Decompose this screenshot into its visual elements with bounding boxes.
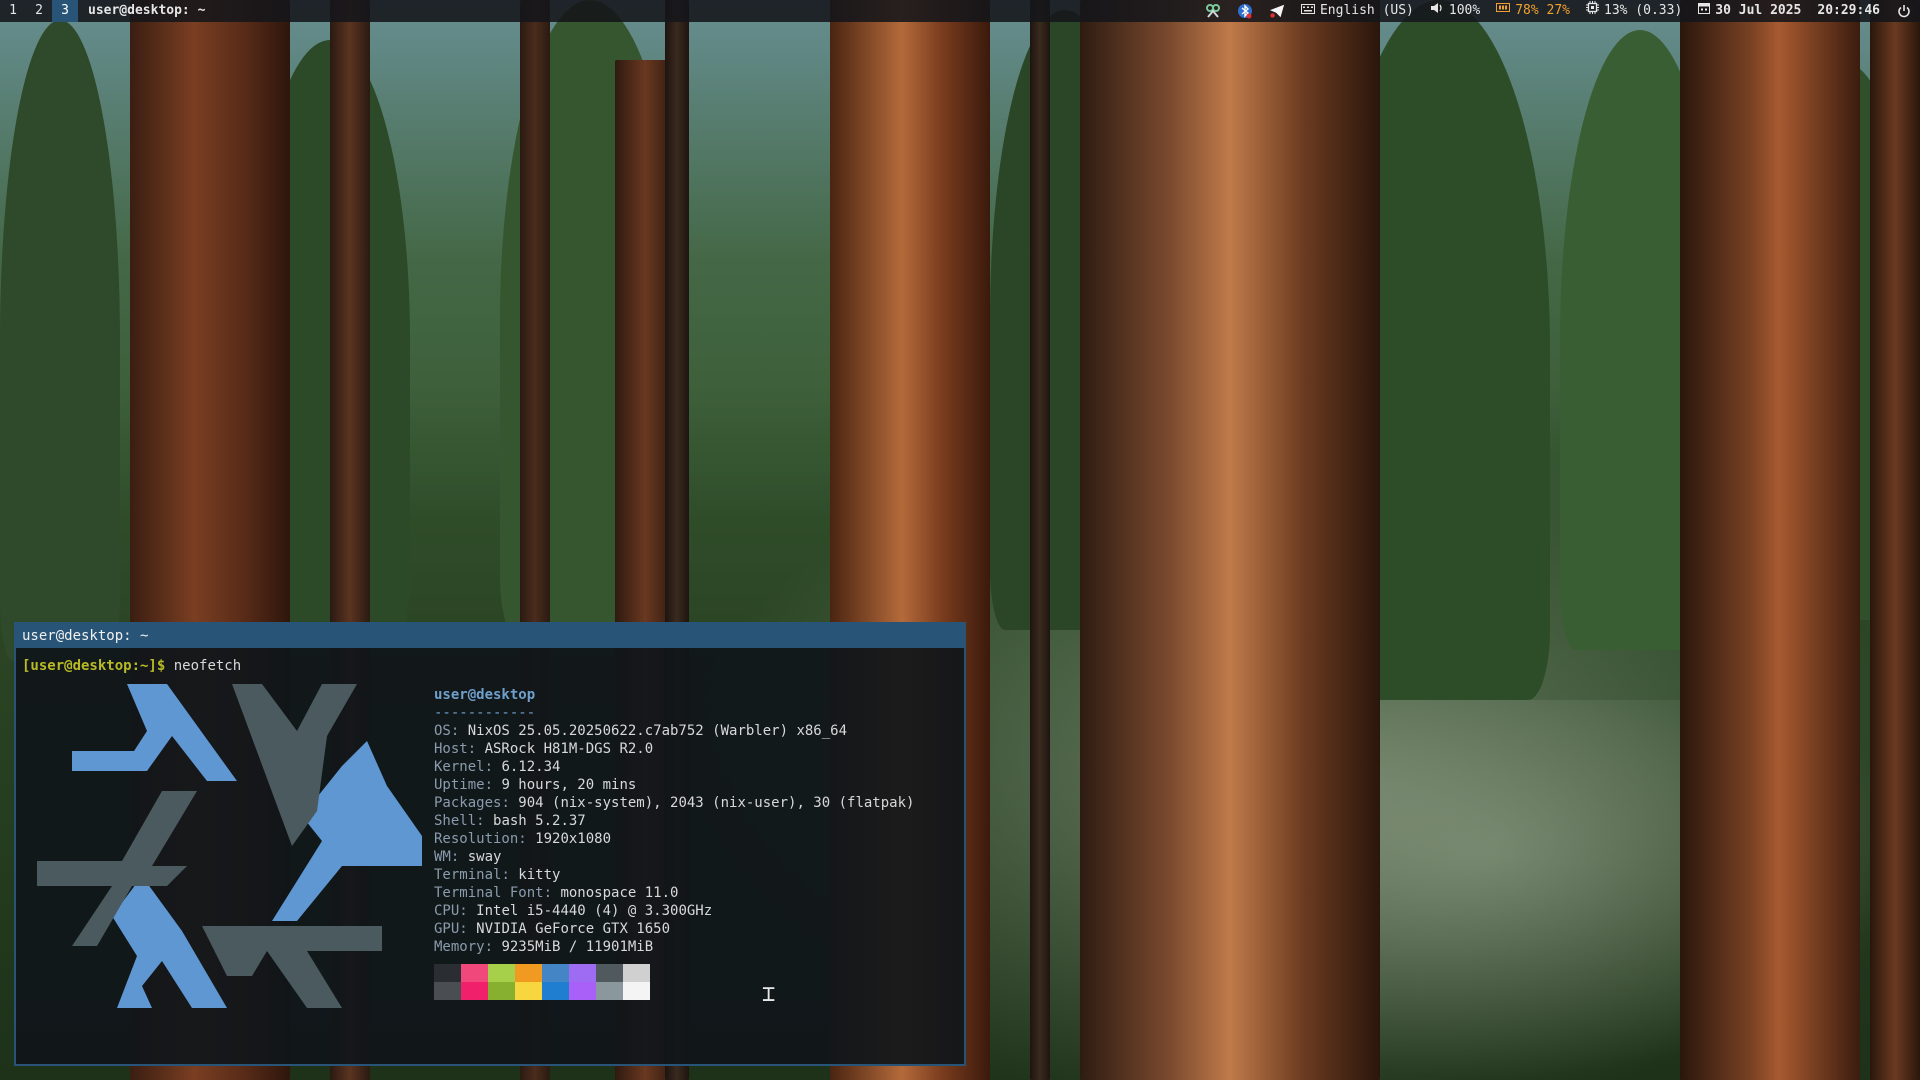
volume-indicator[interactable]: 100% <box>1422 0 1488 22</box>
color-swatch <box>461 964 488 982</box>
keyboard-layout-indicator[interactable]: English (US) <box>1293 0 1422 22</box>
keyboard-layout-label: English (US) <box>1319 3 1414 18</box>
color-swatch <box>596 964 623 982</box>
color-swatch <box>596 982 623 1000</box>
command-text: neofetch <box>173 658 242 674</box>
info-row: Shell: bash 5.2.37 <box>434 813 586 829</box>
user-host: user@desktop <box>434 687 536 703</box>
calendar-icon <box>1698 0 1711 22</box>
color-swatch <box>488 982 515 1000</box>
info-key: WM <box>434 849 451 865</box>
info-key: Kernel <box>434 759 485 775</box>
info-row: Packages: 904 (nix-system), 2043 (nix-us… <box>434 795 915 811</box>
info-key: OS <box>434 723 451 739</box>
workspace-3-button[interactable]: 3 <box>52 0 78 22</box>
color-palette <box>434 964 650 1000</box>
info-row: Resolution: 1920x1080 <box>434 831 612 847</box>
info-key: Uptime <box>434 777 485 793</box>
text-cursor-icon: ⌶ <box>762 982 776 1007</box>
clock[interactable]: 20:29:46 <box>1809 0 1888 22</box>
info-row: Kernel: 6.12.34 <box>434 759 561 775</box>
focused-window-title: user@desktop: ~ <box>88 3 206 18</box>
color-swatch <box>542 982 569 1000</box>
date-indicator[interactable]: 30 Jul 2025 <box>1690 0 1809 22</box>
color-swatch <box>569 964 596 982</box>
info-key: Terminal <box>434 867 502 883</box>
info-row: Memory: 9235MiB / 11901MiB <box>434 939 654 955</box>
workspace-2-button[interactable]: 2 <box>26 0 52 22</box>
network-icon[interactable] <box>1205 3 1221 19</box>
info-value: 904 (nix-system), 2043 (nix-user), 30 (f… <box>518 795 915 811</box>
cpu-icon <box>1586 0 1599 22</box>
info-value: monospace 11.0 <box>560 885 679 901</box>
cpu-value: 13% (0.33) <box>1604 3 1683 18</box>
info-key: CPU <box>434 903 460 919</box>
info-value: ASRock H81M-DGS R2.0 <box>484 741 654 757</box>
color-swatch <box>623 982 650 1000</box>
info-key: Memory <box>434 939 485 955</box>
memory-indicator[interactable]: 78% 27% <box>1488 0 1578 22</box>
info-value: kitty <box>518 867 561 883</box>
info-value: 9 hours, 20 mins <box>501 777 637 793</box>
info-key: Packages <box>434 795 502 811</box>
info-key: Resolution <box>434 831 519 847</box>
color-swatch <box>488 964 515 982</box>
color-swatch <box>515 964 542 982</box>
info-key: Terminal Font <box>434 885 544 901</box>
date-value: 30 Jul 2025 <box>1715 3 1802 18</box>
speaker-icon <box>1430 0 1444 22</box>
power-icon[interactable] <box>1896 3 1912 19</box>
info-value: sway <box>467 849 502 865</box>
prompt-line: [user@desktop:~]$ neofetch <box>22 657 241 675</box>
telegram-icon[interactable] <box>1269 3 1285 19</box>
workspace-1-button[interactable]: 1 <box>0 0 26 22</box>
info-row: Host: ASRock H81M-DGS R2.0 <box>434 741 654 757</box>
color-swatch <box>434 964 461 982</box>
status-bar: 1 2 3 user@desktop: ~ English (US) 100% <box>0 0 1920 22</box>
color-swatch <box>434 982 461 1000</box>
memory-icon <box>1496 0 1511 22</box>
keyboard-icon <box>1300 0 1315 22</box>
cpu-indicator[interactable]: 13% (0.33) <box>1578 0 1690 22</box>
info-key: Host <box>434 741 468 757</box>
memory-value: 78% 27% <box>1515 3 1570 18</box>
info-row: CPU: Intel i5-4440 (4) @ 3.300GHz <box>434 903 713 919</box>
info-row: Terminal Font: monospace 11.0 <box>434 885 679 901</box>
terminal-window[interactable]: user@desktop: ~ [user@desktop:~]$ neofet… <box>14 622 966 1066</box>
terminal-titlebar[interactable]: user@desktop: ~ <box>16 624 964 648</box>
color-swatch <box>542 964 569 982</box>
info-row: Terminal: kitty <box>434 867 561 883</box>
info-row: GPU: NVIDIA GeForce GTX 1650 <box>434 921 671 937</box>
info-value: 1920x1080 <box>535 831 612 847</box>
info-value: Intel i5-4440 (4) @ 3.300GHz <box>476 903 713 919</box>
info-value: bash 5.2.37 <box>493 813 586 829</box>
system-info: user@desktop ------------ OS: NixOS 25.0… <box>434 686 914 956</box>
info-row: Uptime: 9 hours, 20 mins <box>434 777 637 793</box>
color-swatch <box>569 982 596 1000</box>
color-swatch <box>623 964 650 982</box>
color-swatch <box>461 982 488 1000</box>
info-row: WM: sway <box>434 849 502 865</box>
color-swatch <box>515 982 542 1000</box>
nixos-logo-icon <box>37 684 422 1008</box>
info-value: NixOS 25.05.20250622.c7ab752 (Warbler) x… <box>467 723 848 739</box>
info-value: NVIDIA GeForce GTX 1650 <box>476 921 671 937</box>
info-key: GPU <box>434 921 460 937</box>
info-key: Shell <box>434 813 477 829</box>
volume-value: 100% <box>1448 3 1481 18</box>
info-row: OS: NixOS 25.05.20250622.c7ab752 (Warble… <box>434 723 848 739</box>
shell-prompt: [user@desktop:~]$ <box>22 658 166 674</box>
bluetooth-icon[interactable] <box>1237 3 1253 19</box>
info-value: 6.12.34 <box>501 759 561 775</box>
separator: ------------ <box>434 705 536 721</box>
info-value: 9235MiB / 11901MiB <box>501 939 654 955</box>
